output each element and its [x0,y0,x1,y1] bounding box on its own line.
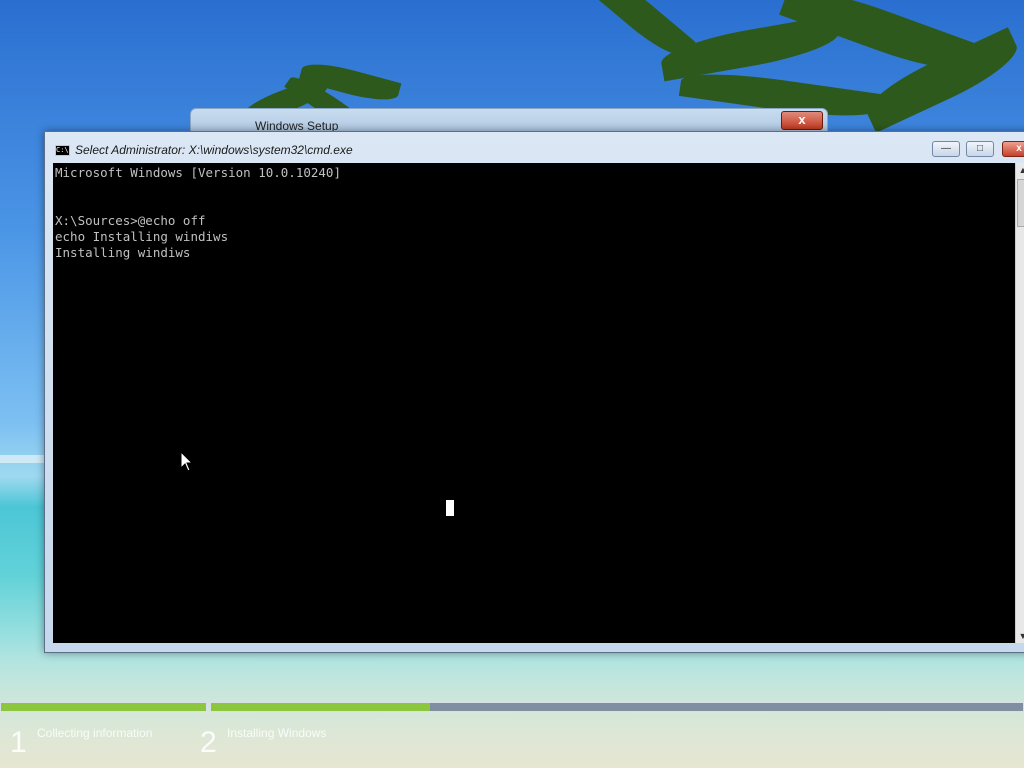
mouse-pointer-icon [180,451,194,472]
step-1-progress-fill [1,703,206,711]
vertical-scrollbar[interactable]: ▲ ▼ [1015,163,1024,643]
step-label: Collecting information [37,726,153,740]
setup-progress [0,702,1024,714]
maximize-button[interactable]: □ [966,141,994,157]
console-output[interactable]: Microsoft Windows [Version 10.0.10240] X… [53,163,1015,643]
setup-close-button[interactable]: x [781,111,823,130]
cmd-window-title: Select Administrator: X:\windows\system3… [75,143,353,157]
step-2-progress-bar [210,702,1024,712]
step-number: 1 [10,726,27,759]
step-number: 2 [200,726,217,759]
text-cursor [446,500,454,516]
scroll-up-arrow-icon[interactable]: ▲ [1016,163,1024,177]
cmd-icon[interactable]: C:\ [55,145,70,156]
console-line: echo Installing windiws [55,229,229,244]
console-line: Installing windiws [55,245,191,260]
close-button[interactable]: x [1002,141,1024,157]
console-line: Microsoft Windows [Version 10.0.10240] [55,165,341,180]
cmd-window[interactable]: C:\ Select Administrator: X:\windows\sys… [44,131,1024,653]
scroll-thumb[interactable] [1017,179,1024,227]
step-label: Installing Windows [227,726,327,740]
console-line: X:\Sources>@echo off [55,213,206,228]
cmd-titlebar[interactable]: C:\ Select Administrator: X:\windows\sys… [45,132,1024,162]
step-1-progress-bar [0,702,207,712]
minimize-button[interactable]: — [932,141,960,157]
step-2-progress-fill [211,703,431,711]
scroll-down-arrow-icon[interactable]: ▼ [1016,629,1024,643]
